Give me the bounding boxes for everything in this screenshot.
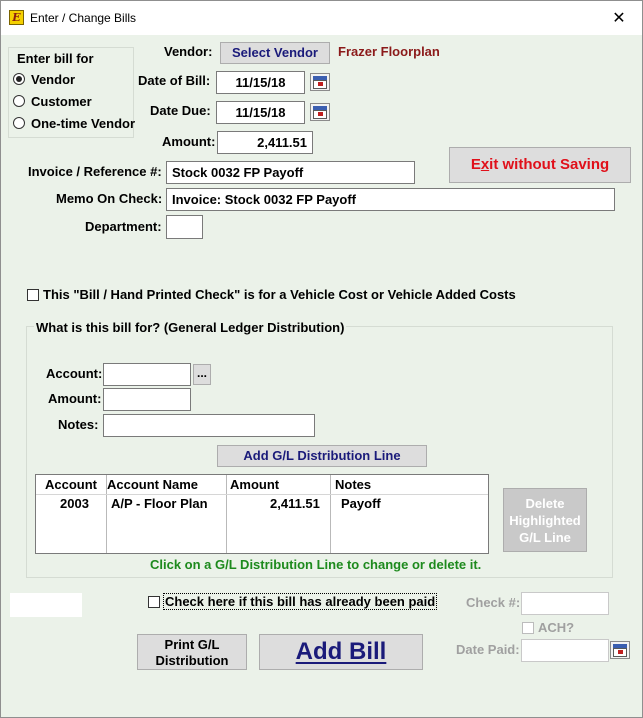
- window-title: Enter / Change Bills: [30, 11, 137, 25]
- exit-label-underlined: x: [480, 156, 490, 173]
- grid-header-divider: [36, 494, 488, 495]
- print-label-line2: Distribution: [155, 653, 229, 668]
- delete-label-line3: G/L Line: [519, 530, 571, 545]
- radio-vendor-label[interactable]: Vendor: [31, 72, 75, 87]
- gl-notes-label: Notes:: [58, 417, 99, 432]
- delete-label-line1: Delete: [525, 496, 565, 511]
- date-due-field[interactable]: 11/15/18: [216, 101, 305, 124]
- vendor-name: Frazer Floorplan: [338, 44, 440, 59]
- print-gl-distribution-button[interactable]: Print G/L Distribution: [137, 634, 247, 670]
- date-paid-field[interactable]: [521, 639, 609, 662]
- gl-hint-text: Click on a G/L Distribution Line to chan…: [150, 557, 482, 572]
- already-paid-checkbox[interactable]: [148, 596, 160, 608]
- delete-highlighted-gl-line-button[interactable]: Delete Highlighted G/L Line: [503, 488, 587, 552]
- date-of-bill-field[interactable]: 11/15/18: [216, 71, 305, 94]
- date-of-bill-label: Date of Bill:: [138, 73, 211, 88]
- date-due-label: Date Due:: [150, 103, 211, 118]
- radio-one-time-vendor[interactable]: [13, 117, 25, 129]
- radio-one-time-vendor-label[interactable]: One-time Vendor: [31, 116, 135, 131]
- calendar-icon[interactable]: [310, 103, 330, 121]
- amount-label: Amount:: [162, 134, 216, 149]
- column-header-account[interactable]: Account: [45, 477, 97, 492]
- radio-vendor[interactable]: [13, 73, 25, 85]
- column-header-account-name[interactable]: Account Name: [107, 477, 198, 492]
- gl-notes-field[interactable]: [103, 414, 315, 437]
- memo-field[interactable]: Invoice: Stock 0032 FP Payoff: [166, 188, 615, 211]
- delete-label-line2: Highlighted: [509, 513, 581, 528]
- gl-account-browse-button[interactable]: ...: [193, 364, 211, 385]
- grid-divider: [226, 475, 227, 553]
- exit-without-saving-button[interactable]: Exit without Saving: [449, 147, 631, 183]
- invoice-label: Invoice / Reference #:: [28, 164, 162, 179]
- radio-customer[interactable]: [13, 95, 25, 107]
- exit-label-prefix: E: [470, 156, 481, 173]
- vehicle-cost-label[interactable]: This "Bill / Hand Printed Check" is for …: [43, 287, 516, 302]
- title-bar: E Enter / Change Bills ✕: [1, 1, 642, 35]
- amount-field[interactable]: 2,411.51: [217, 131, 313, 154]
- department-field[interactable]: [166, 215, 203, 239]
- print-label-line1: Print G/L: [164, 637, 220, 652]
- calendar-icon[interactable]: [310, 73, 330, 91]
- table-row-account-name[interactable]: A/P - Floor Plan: [111, 496, 208, 511]
- table-row-amount[interactable]: 2,411.51: [270, 496, 320, 511]
- check-number-field[interactable]: [521, 592, 609, 615]
- check-number-label: Check #:: [466, 595, 521, 610]
- department-label: Department:: [85, 219, 162, 234]
- gl-amount-label: Amount:: [48, 391, 102, 406]
- vendor-label: Vendor:: [164, 44, 213, 59]
- exit-label-suffix: it without Saving: [489, 156, 610, 173]
- add-bill-button[interactable]: Add Bill: [259, 634, 423, 670]
- grid-divider: [330, 475, 331, 553]
- gl-distribution-legend: What is this bill for? (General Ledger D…: [34, 320, 347, 335]
- ach-checkbox[interactable]: [522, 622, 534, 634]
- table-row-account[interactable]: 2003: [60, 496, 89, 511]
- add-gl-line-button[interactable]: Add G/L Distribution Line: [217, 445, 427, 467]
- app-logo-icon: E: [9, 10, 24, 25]
- memo-label: Memo On Check:: [56, 191, 163, 206]
- invoice-field[interactable]: Stock 0032 FP Payoff: [166, 161, 415, 184]
- table-row-notes[interactable]: Payoff: [341, 496, 381, 511]
- vehicle-cost-checkbox[interactable]: [27, 289, 39, 301]
- column-header-notes[interactable]: Notes: [335, 477, 371, 492]
- gl-distribution-table[interactable]: Account Account Name Amount Notes 2003 A…: [35, 474, 489, 554]
- already-paid-label[interactable]: Check here if this bill has already been…: [162, 593, 438, 610]
- blank-status-box: [10, 593, 82, 617]
- enter-change-bills-window: E Enter / Change Bills ✕ Enter bill for …: [0, 0, 643, 718]
- gl-account-field[interactable]: [103, 363, 191, 386]
- bill-for-legend: Enter bill for: [17, 51, 94, 66]
- ach-label: ACH?: [538, 620, 575, 635]
- radio-customer-label[interactable]: Customer: [31, 94, 92, 109]
- close-icon[interactable]: ✕: [603, 5, 635, 31]
- calendar-icon[interactable]: [610, 641, 630, 659]
- select-vendor-button[interactable]: Select Vendor: [220, 42, 330, 64]
- date-paid-label: Date Paid:: [456, 642, 520, 657]
- gl-amount-field[interactable]: [103, 388, 191, 411]
- gl-account-label: Account:: [46, 366, 103, 381]
- column-header-amount[interactable]: Amount: [230, 477, 279, 492]
